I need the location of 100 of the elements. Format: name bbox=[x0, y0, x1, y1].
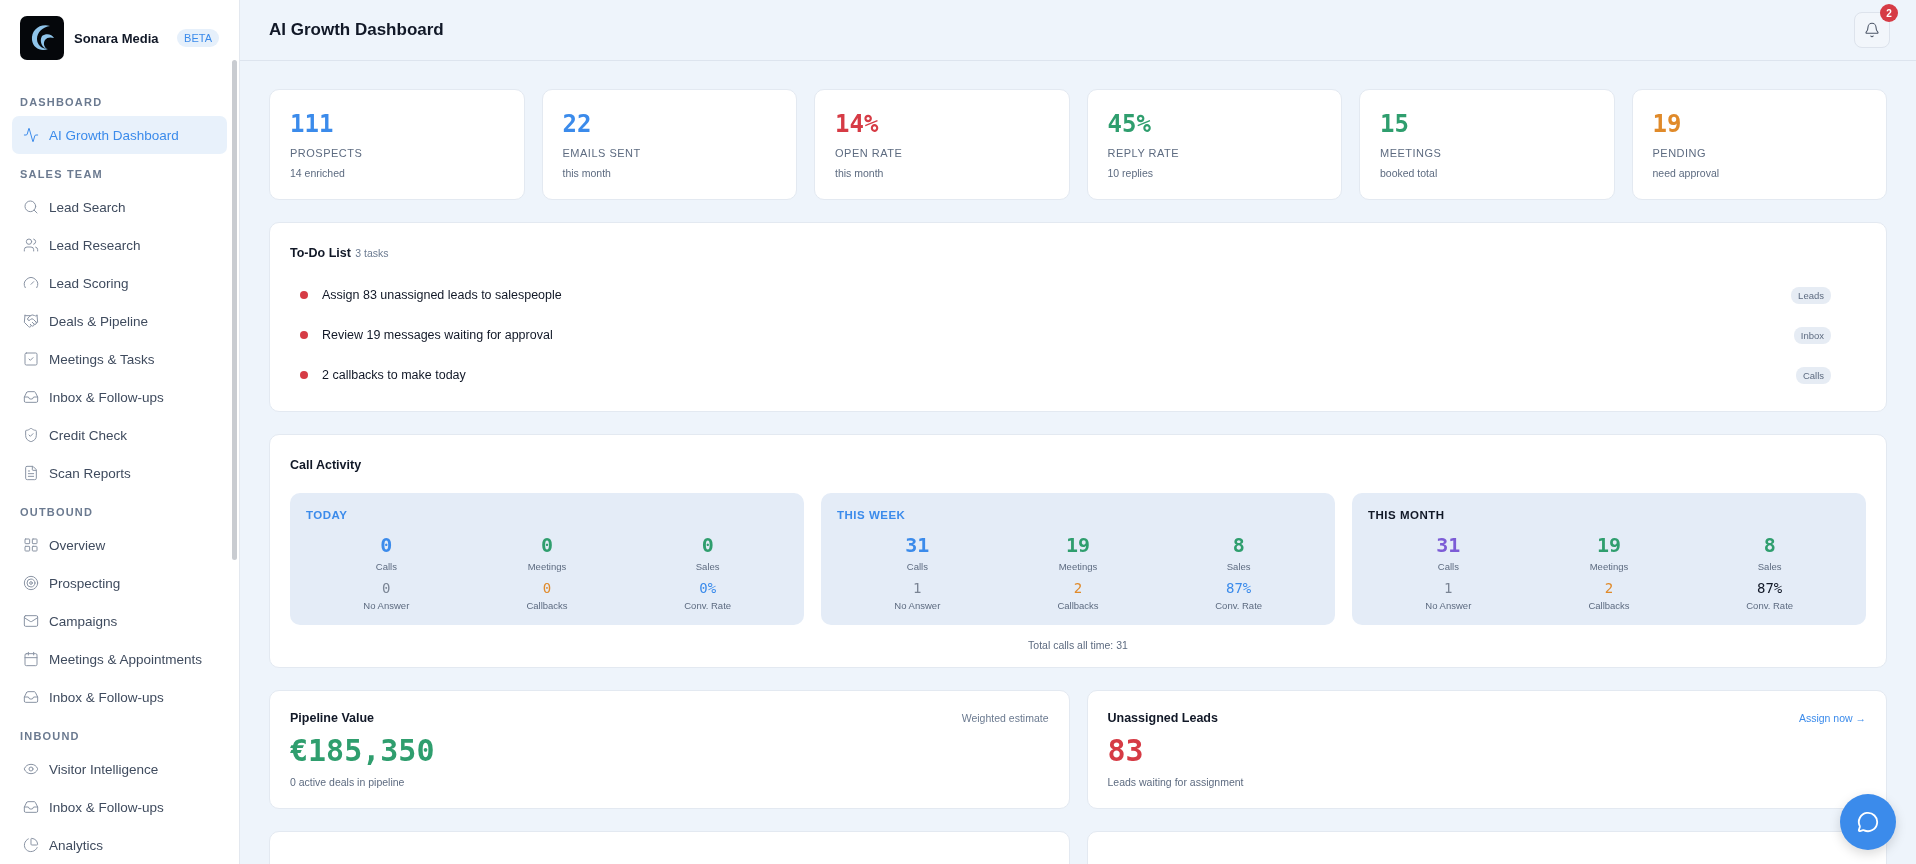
metric-value: 87% bbox=[1757, 580, 1783, 596]
nav-item[interactable]: Visitor Intelligence bbox=[12, 750, 227, 788]
task-text: Review 19 messages waiting for approval bbox=[322, 328, 554, 342]
nav-item[interactable]: Prospecting bbox=[12, 564, 227, 602]
metric-label: Callbacks bbox=[1057, 600, 1099, 611]
nav-item[interactable]: Lead Scoring bbox=[12, 264, 227, 302]
tray-icon bbox=[23, 389, 39, 405]
nav-item[interactable]: Campaigns bbox=[12, 602, 227, 640]
stat-label: OPEN RATE bbox=[835, 147, 904, 159]
metric-value: 8 bbox=[1763, 533, 1776, 557]
estimate-note: Weighted estimate bbox=[961, 712, 1049, 724]
metric-value: 31 bbox=[905, 533, 930, 557]
search-icon bbox=[23, 199, 39, 215]
envelope-icon bbox=[23, 613, 39, 629]
pipeline-value: €185,350 bbox=[290, 733, 436, 768]
section-heading: DASHBOARD bbox=[19, 95, 104, 110]
nav-item[interactable]: Meetings & Appointments bbox=[12, 640, 227, 678]
metric-label: Sales bbox=[1757, 561, 1782, 572]
metric-label: Calls bbox=[375, 561, 397, 572]
stat-value: 14% bbox=[835, 110, 880, 138]
stat-label: PROSPECTS bbox=[290, 147, 364, 159]
stat-label: MEETINGS bbox=[1380, 147, 1443, 159]
metric-label: Calls bbox=[906, 561, 928, 572]
chat-bubble-icon bbox=[1857, 811, 1879, 833]
metric-value: 2 bbox=[1073, 580, 1083, 596]
metric-value: 31 bbox=[1436, 533, 1461, 557]
pipeline-caption: 0 active deals in pipeline bbox=[290, 776, 406, 788]
stat-note: this month bbox=[562, 167, 612, 179]
section-heading: OUTBOUND bbox=[19, 505, 95, 520]
stat-label: EMAILS SENT bbox=[562, 147, 642, 159]
assign-link[interactable]: Assign now → bbox=[1798, 712, 1866, 724]
checkbox-icon bbox=[23, 351, 39, 367]
card-title: Unassigned Leads bbox=[1107, 711, 1218, 725]
stat-value: 19 bbox=[1652, 110, 1683, 138]
stat-note: need approval bbox=[1652, 167, 1721, 179]
period-title: TODAY bbox=[306, 509, 349, 521]
stat-note: 10 replies bbox=[1107, 167, 1155, 179]
nav-item[interactable]: Inbox & Follow-ups bbox=[12, 678, 227, 716]
metric-label: No Answer bbox=[363, 600, 410, 611]
card-title: To-Do List bbox=[290, 246, 351, 260]
metric-label: Sales bbox=[1226, 561, 1251, 572]
stat-note: booked total bbox=[1380, 167, 1439, 179]
metric-label: Sales bbox=[695, 561, 720, 572]
stat-note: this month bbox=[835, 167, 885, 179]
period-title: THIS MONTH bbox=[1368, 509, 1446, 521]
task-tag: Leads bbox=[1791, 286, 1831, 304]
target-icon bbox=[23, 575, 39, 591]
stat-value: 111 bbox=[290, 110, 335, 138]
nav-item[interactable]: Scan Reports bbox=[12, 454, 227, 492]
metric-value: 1 bbox=[913, 580, 922, 596]
metric-value: 0 bbox=[701, 533, 714, 557]
total-calls: Total calls all time: 31 bbox=[1027, 639, 1129, 651]
task-text: 2 callbacks to make today bbox=[322, 368, 467, 382]
task-text: Assign 83 unassigned leads to salespeople bbox=[322, 288, 563, 302]
metric-value: 87% bbox=[1226, 580, 1252, 596]
nav-item[interactable]: Inbox & Follow-ups bbox=[12, 378, 227, 416]
beta-badge: BETA bbox=[177, 29, 219, 47]
metric-label: Calls bbox=[1437, 561, 1459, 572]
nav-item[interactable]: Deals & Pipeline bbox=[12, 302, 227, 340]
metric-label: Meetings bbox=[1589, 561, 1629, 572]
task-tag: Calls bbox=[1795, 366, 1831, 384]
unassigned-caption: Leads waiting for assignment bbox=[1107, 776, 1245, 788]
page-title: AI Growth Dashboard bbox=[269, 20, 444, 40]
stat-note: 14 enriched bbox=[290, 167, 346, 179]
stat-label: REPLY RATE bbox=[1107, 147, 1181, 159]
metric-label: No Answer bbox=[1425, 600, 1472, 611]
nav-item[interactable]: Credit Check bbox=[12, 416, 227, 454]
metric-label: Callbacks bbox=[526, 600, 568, 611]
notification-count: 2 bbox=[1880, 4, 1898, 22]
unassigned-value: 83 bbox=[1107, 733, 1145, 768]
nav-item[interactable]: Lead Research bbox=[12, 226, 227, 264]
metric-label: Meetings bbox=[1058, 561, 1098, 572]
nav-item[interactable]: Overview bbox=[12, 526, 227, 564]
metric-value: 2 bbox=[1604, 580, 1614, 596]
task-tag: Inbox bbox=[1793, 326, 1831, 344]
tray-icon bbox=[23, 689, 39, 705]
nav-item[interactable]: Inbox & Follow-ups bbox=[12, 788, 227, 826]
metric-value: 8 bbox=[1232, 533, 1245, 557]
metric-value: 19 bbox=[1065, 533, 1091, 557]
stat-value: 22 bbox=[562, 110, 593, 138]
metric-label: Meetings bbox=[527, 561, 567, 572]
metric-value: 0 bbox=[382, 580, 391, 596]
calendar-icon bbox=[23, 651, 39, 667]
pulse-icon bbox=[23, 127, 39, 143]
metric-value: 1 bbox=[1444, 580, 1453, 596]
metric-label: Conv. Rate bbox=[1215, 600, 1263, 611]
logo-icon bbox=[20, 16, 64, 60]
nav-item[interactable]: Lead Search bbox=[12, 188, 227, 226]
metric-value: 0 bbox=[540, 533, 553, 557]
metric-label: No Answer bbox=[894, 600, 941, 611]
people-icon bbox=[23, 237, 39, 253]
handshake-icon bbox=[23, 313, 39, 329]
metric-label: Conv. Rate bbox=[684, 600, 732, 611]
nav-item[interactable]: Analytics bbox=[12, 826, 227, 864]
metric-value: 0 bbox=[542, 580, 552, 596]
grid-icon bbox=[23, 537, 39, 553]
metric-label: Callbacks bbox=[1588, 600, 1630, 611]
section-heading: SALES TEAM bbox=[19, 167, 104, 182]
nav-item[interactable]: Meetings & Tasks bbox=[12, 340, 227, 378]
card-title: Call Activity bbox=[290, 458, 362, 472]
